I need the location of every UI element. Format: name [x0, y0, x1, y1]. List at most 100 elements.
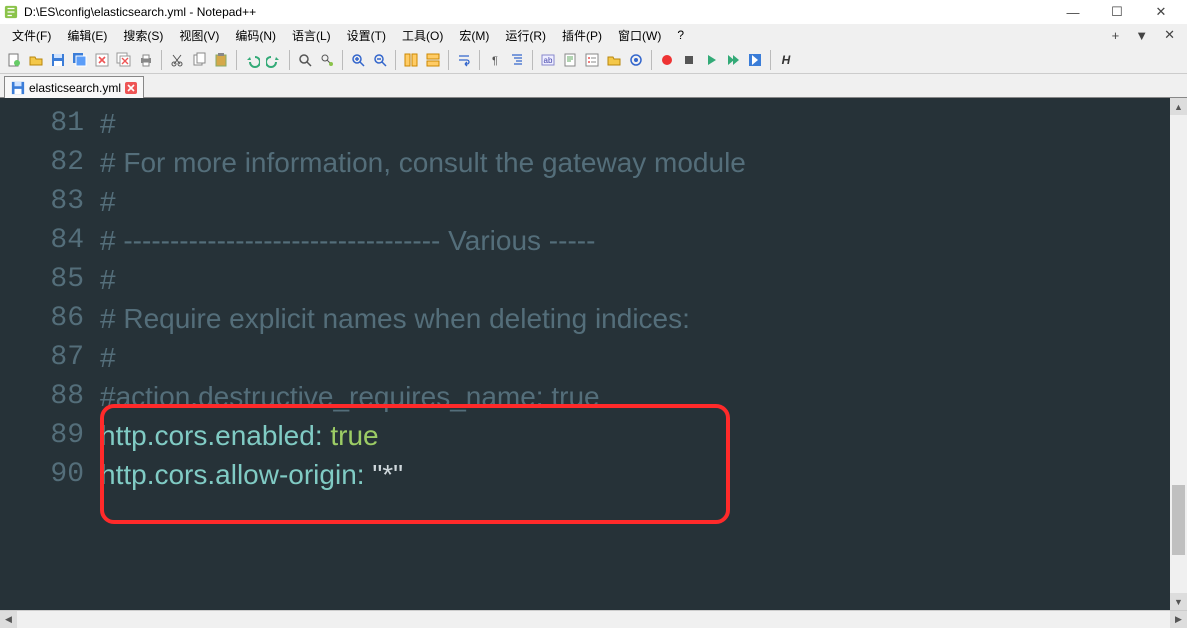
vertical-scrollbar[interactable]: ▲ ▼ [1170, 98, 1187, 610]
titlebar: D:\ES\config\elasticsearch.yml - Notepad… [0, 0, 1187, 24]
toolbar-separator [448, 50, 449, 70]
hscroll-track[interactable] [17, 611, 1170, 628]
line-number: 85 [0, 260, 100, 299]
save-all-icon[interactable] [70, 50, 90, 70]
print-icon[interactable] [136, 50, 156, 70]
find-icon[interactable] [295, 50, 315, 70]
toolbar-separator [651, 50, 652, 70]
menu-language[interactable]: 语言(L) [286, 26, 337, 45]
code-line: # Require explicit names when deleting i… [100, 299, 1170, 338]
menu-plus[interactable]: + [1106, 28, 1126, 43]
toolbar-separator [161, 50, 162, 70]
code-line: # [100, 338, 1170, 377]
stop-rec-icon[interactable] [679, 50, 699, 70]
menu-view[interactable]: 视图(V) [173, 26, 225, 45]
bold-toggle-icon[interactable]: H [776, 50, 796, 70]
toolbar-separator [236, 50, 237, 70]
menu-window[interactable]: 窗口(W) [612, 26, 667, 45]
play-icon[interactable] [701, 50, 721, 70]
menu-dropdown[interactable]: ▼ [1129, 28, 1154, 43]
cut-icon[interactable] [167, 50, 187, 70]
scroll-right-arrow[interactable]: ▶ [1170, 611, 1187, 628]
close-tab-icon[interactable] [125, 82, 137, 94]
file-disk-icon [11, 81, 25, 95]
func-list-icon[interactable] [582, 50, 602, 70]
scroll-thumb[interactable] [1172, 485, 1185, 555]
editor[interactable]: 81828384858687888990 ## For more informa… [0, 98, 1187, 610]
folder-icon[interactable] [604, 50, 624, 70]
lang-icon[interactable]: ab [538, 50, 558, 70]
svg-text:H: H [782, 53, 791, 67]
sync-v-icon[interactable] [401, 50, 421, 70]
scroll-left-arrow[interactable]: ◀ [0, 611, 17, 628]
code-line: # [100, 182, 1170, 221]
menu-search[interactable]: 搜索(S) [117, 26, 169, 45]
scroll-up-arrow[interactable]: ▲ [1170, 98, 1187, 115]
record-icon[interactable] [657, 50, 677, 70]
open-file-icon[interactable] [26, 50, 46, 70]
toolbar-separator [770, 50, 771, 70]
toolbar-separator [289, 50, 290, 70]
menu-help[interactable]: ? [671, 27, 690, 43]
menubar: 文件(F) 编辑(E) 搜索(S) 视图(V) 编码(N) 语言(L) 设置(T… [0, 24, 1187, 46]
line-number: 81 [0, 104, 100, 143]
horizontal-scrollbar[interactable]: ◀ ▶ [0, 610, 1187, 628]
play-multi-icon[interactable] [723, 50, 743, 70]
code-line: # For more information, consult the gate… [100, 143, 1170, 182]
copy-icon[interactable] [189, 50, 209, 70]
toolbar-separator [342, 50, 343, 70]
replace-icon[interactable] [317, 50, 337, 70]
indent-guide-icon[interactable] [507, 50, 527, 70]
doc-map-icon[interactable] [560, 50, 580, 70]
toolbar-separator [395, 50, 396, 70]
menu-edit[interactable]: 编辑(E) [61, 26, 113, 45]
undo-icon[interactable] [242, 50, 262, 70]
menu-run[interactable]: 运行(R) [499, 26, 552, 45]
save-icon[interactable] [48, 50, 68, 70]
scroll-down-arrow[interactable]: ▼ [1170, 593, 1187, 610]
line-number: 90 [0, 455, 100, 494]
menu-tools[interactable]: 工具(O) [396, 26, 449, 45]
app-icon [4, 5, 18, 19]
redo-icon[interactable] [264, 50, 284, 70]
close-all-icon[interactable] [114, 50, 134, 70]
window-title: D:\ES\config\elasticsearch.yml - Notepad… [24, 5, 256, 19]
close-window-button[interactable]: ✕ [1139, 0, 1183, 24]
tab-filename: elasticsearch.yml [29, 81, 121, 95]
maximize-button[interactable]: ☐ [1095, 0, 1139, 24]
tabbar: elasticsearch.yml [0, 74, 1187, 98]
code-line: # [100, 104, 1170, 143]
line-number: 86 [0, 299, 100, 338]
code-area[interactable]: ## For more information, consult the gat… [100, 98, 1170, 610]
line-number: 82 [0, 143, 100, 182]
save-macro-icon[interactable] [745, 50, 765, 70]
line-number: 88 [0, 377, 100, 416]
toolbar-separator [532, 50, 533, 70]
code-line: # [100, 260, 1170, 299]
close-icon[interactable] [92, 50, 112, 70]
sync-h-icon[interactable] [423, 50, 443, 70]
scroll-track[interactable] [1170, 115, 1187, 593]
code-line: http.cors.enabled: true [100, 416, 1170, 455]
file-tab[interactable]: elasticsearch.yml [4, 76, 144, 98]
minimize-button[interactable]: — [1051, 0, 1095, 24]
toolbar: ¶ ab H [0, 46, 1187, 74]
menu-close[interactable]: ✕ [1158, 27, 1181, 43]
new-file-icon[interactable] [4, 50, 24, 70]
all-chars-icon[interactable]: ¶ [485, 50, 505, 70]
svg-text:ab: ab [544, 56, 553, 65]
line-number: 83 [0, 182, 100, 221]
zoom-out-icon[interactable] [370, 50, 390, 70]
menu-macro[interactable]: 宏(M) [453, 26, 495, 45]
line-number: 89 [0, 416, 100, 455]
line-number: 87 [0, 338, 100, 377]
menu-encoding[interactable]: 编码(N) [229, 26, 282, 45]
menu-plugins[interactable]: 插件(P) [556, 26, 608, 45]
menu-file[interactable]: 文件(F) [6, 26, 57, 45]
paste-icon[interactable] [211, 50, 231, 70]
monitor-icon[interactable] [626, 50, 646, 70]
code-line: http.cors.allow-origin: "*" [100, 455, 1170, 494]
menu-settings[interactable]: 设置(T) [341, 26, 392, 45]
zoom-in-icon[interactable] [348, 50, 368, 70]
wordwrap-icon[interactable] [454, 50, 474, 70]
